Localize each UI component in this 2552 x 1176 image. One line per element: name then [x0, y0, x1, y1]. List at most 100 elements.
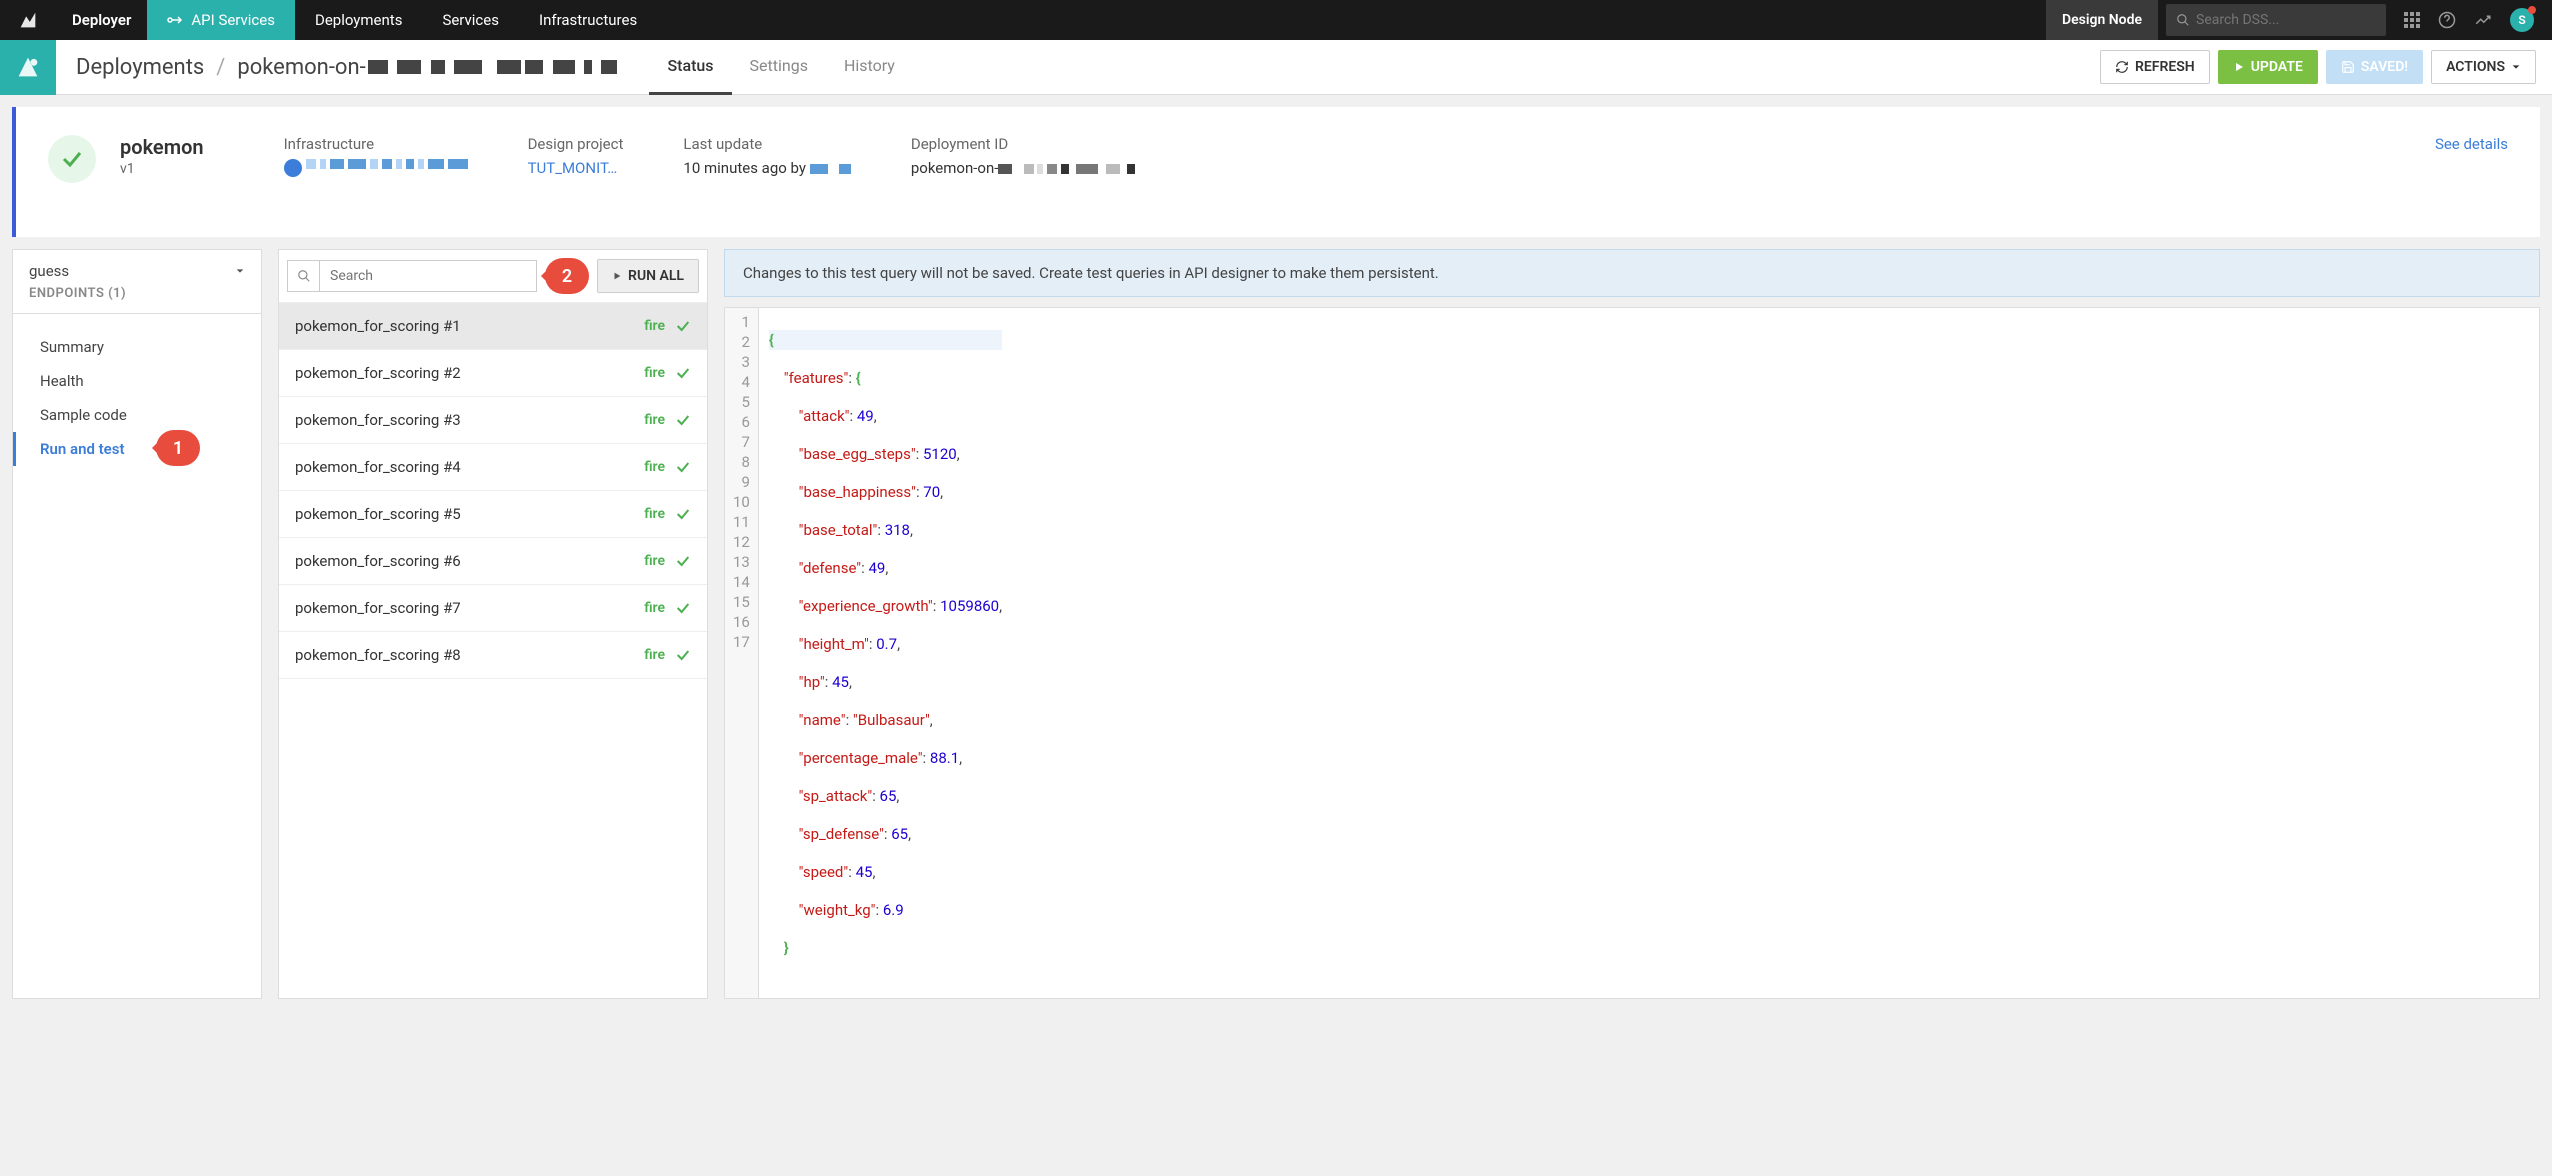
brand: Deployer	[56, 11, 147, 29]
saved-button: SAVED!	[2326, 50, 2423, 84]
subtab-status[interactable]: Status	[649, 40, 731, 95]
search-icon	[288, 261, 320, 291]
test-search[interactable]	[287, 260, 537, 292]
deployment-version: v1	[120, 161, 204, 177]
logo-icon[interactable]	[0, 0, 56, 40]
refresh-icon	[2115, 60, 2129, 74]
tab-label: API Services	[191, 11, 275, 29]
deploy-value: pokemon-on-	[911, 159, 1135, 177]
check-icon	[675, 459, 691, 475]
check-icon	[675, 553, 691, 569]
search-input[interactable]	[2196, 12, 2376, 28]
search-icon	[2176, 13, 2190, 27]
list-item-name: pokemon_for_scoring #4	[295, 458, 644, 476]
list-item-tag: fire	[644, 506, 665, 522]
callout-1: 1	[156, 430, 200, 466]
list-item-name: pokemon_for_scoring #3	[295, 411, 644, 429]
list-item-name: pokemon_for_scoring #5	[295, 505, 644, 523]
list-item[interactable]: pokemon_for_scoring #7fire	[279, 585, 707, 632]
list-item-tag: fire	[644, 647, 665, 663]
subheader: Deployments / pokemon-on- Status Setting…	[0, 40, 2552, 95]
update-label: Last update	[683, 135, 850, 153]
line-gutter: 1234567891011121314151617	[725, 308, 759, 998]
infra-value	[284, 159, 468, 177]
subtab-history[interactable]: History	[826, 40, 913, 95]
project-link[interactable]: TUT_MONIT…	[528, 159, 624, 177]
list-item-tag: fire	[644, 365, 665, 381]
node-label[interactable]: Design Node	[2046, 0, 2158, 40]
list-item-tag: fire	[644, 412, 665, 428]
subheader-logo-icon[interactable]	[0, 40, 56, 95]
refresh-button[interactable]: REFRESH	[2100, 50, 2210, 84]
crumb-deployments[interactable]: Deployments	[76, 55, 204, 80]
info-card: pokemon v1 Infrastructure Design project…	[12, 107, 2540, 237]
list-item-name: pokemon_for_scoring #6	[295, 552, 644, 570]
update-button[interactable]: UPDATE	[2218, 50, 2318, 84]
check-icon	[675, 365, 691, 381]
avatar[interactable]: S	[2510, 8, 2534, 32]
check-icon	[675, 600, 691, 616]
list-item[interactable]: pokemon_for_scoring #1fire	[279, 303, 707, 350]
project-label: Design project	[528, 135, 624, 153]
deploy-label: Deployment ID	[911, 135, 1135, 153]
play-icon	[2233, 61, 2245, 73]
run-all-button[interactable]: RUN ALL	[597, 259, 699, 293]
list-item-name: pokemon_for_scoring #1	[295, 317, 644, 335]
see-details-link[interactable]: See details	[2435, 135, 2508, 153]
list-item-name: pokemon_for_scoring #2	[295, 364, 644, 382]
test-search-input[interactable]	[320, 268, 536, 284]
right-panel: Changes to this test query will not be s…	[724, 249, 2540, 999]
list-item-tag: fire	[644, 600, 665, 616]
caret-down-icon	[235, 266, 245, 276]
status-ok-icon	[48, 135, 96, 183]
topbar: Deployer API Services Deployments Servic…	[0, 0, 2552, 40]
breadcrumb: Deployments / pokemon-on-	[56, 55, 619, 80]
arrow-icon	[167, 15, 183, 25]
save-icon	[2341, 60, 2355, 74]
search-box[interactable]	[2166, 4, 2386, 36]
play-icon	[612, 271, 622, 281]
list-item-name: pokemon_for_scoring #7	[295, 599, 644, 617]
code-editor[interactable]: 1234567891011121314151617 { "features": …	[724, 307, 2540, 999]
subtab-settings[interactable]: Settings	[732, 40, 826, 95]
nav-summary[interactable]: Summary	[13, 330, 261, 364]
list-item[interactable]: pokemon_for_scoring #6fire	[279, 538, 707, 585]
list-item[interactable]: pokemon_for_scoring #4fire	[279, 444, 707, 491]
help-icon[interactable]	[2438, 11, 2456, 29]
nav-health[interactable]: Health	[13, 364, 261, 398]
tab-api-services[interactable]: API Services	[147, 0, 295, 40]
check-icon	[675, 647, 691, 663]
check-icon	[675, 318, 691, 334]
callout-2: 2	[545, 258, 589, 294]
list-item[interactable]: pokemon_for_scoring #3fire	[279, 397, 707, 444]
notice-banner: Changes to this test query will not be s…	[724, 249, 2540, 297]
apps-icon[interactable]	[2404, 12, 2420, 28]
left-panel: guess ENDPOINTS (1) Summary Health Sampl…	[12, 249, 262, 999]
list-item[interactable]: pokemon_for_scoring #8fire	[279, 632, 707, 679]
code-content[interactable]: { "features": { "attack": 49, "base_egg_…	[759, 308, 1012, 998]
nav-run-and-test[interactable]: Run and test 1	[13, 432, 148, 466]
tab-infrastructures[interactable]: Infrastructures	[519, 0, 657, 40]
update-value: 10 minutes ago by	[683, 159, 850, 177]
list-item-tag: fire	[644, 459, 665, 475]
check-icon	[675, 412, 691, 428]
tab-services[interactable]: Services	[422, 0, 519, 40]
list-item-tag: fire	[644, 553, 665, 569]
deployment-title: pokemon	[120, 135, 204, 159]
middle-panel: 2 RUN ALL pokemon_for_scoring #1firepoke…	[278, 249, 708, 999]
list-item[interactable]: pokemon_for_scoring #2fire	[279, 350, 707, 397]
activity-icon[interactable]	[2474, 11, 2492, 29]
caret-down-icon	[2511, 62, 2521, 72]
notification-dot	[2528, 6, 2536, 14]
actions-button[interactable]: ACTIONS	[2431, 50, 2536, 84]
list-item-name: pokemon_for_scoring #8	[295, 646, 644, 664]
list-item[interactable]: pokemon_for_scoring #5fire	[279, 491, 707, 538]
crumb-current: pokemon-on-	[237, 55, 619, 80]
check-icon	[675, 506, 691, 522]
infra-label: Infrastructure	[284, 135, 468, 153]
endpoint-dropdown[interactable]: guess	[29, 262, 245, 280]
list-item-tag: fire	[644, 318, 665, 334]
tab-deployments[interactable]: Deployments	[295, 0, 422, 40]
endpoints-count: ENDPOINTS (1)	[29, 286, 245, 301]
nav-sample-code[interactable]: Sample code	[13, 398, 261, 432]
